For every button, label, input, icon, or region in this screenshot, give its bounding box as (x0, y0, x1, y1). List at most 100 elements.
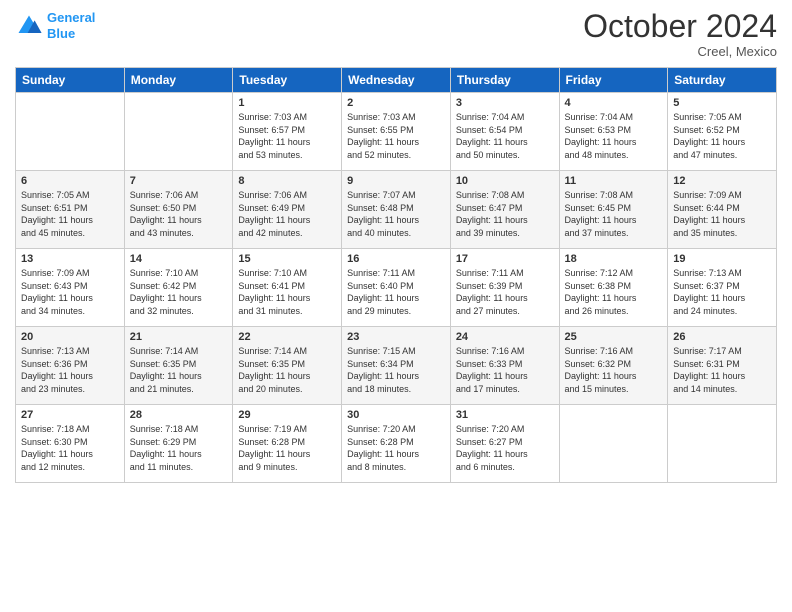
table-row: 18 Sunrise: 7:12 AM Sunset: 6:38 PM Dayli… (559, 249, 668, 327)
day-number: 11 (565, 175, 663, 187)
day-info: Sunrise: 7:09 AM Sunset: 6:43 PM Dayligh… (21, 267, 119, 317)
table-row: 23Sunrise: 7:15 AM Sunset: 6:34 PM Dayli… (342, 327, 451, 405)
title-area: October 2024 Creel, Mexico (583, 10, 777, 59)
table-row: 6 Sunrise: 7:05 AM Sunset: 6:51 PM Daylig… (16, 171, 125, 249)
day-number: 19 (673, 253, 771, 265)
week-row-4: 20Sunrise: 7:13 AM Sunset: 6:36 PM Dayli… (16, 327, 777, 405)
day-number: 18 (565, 253, 663, 265)
day-info: Sunrise: 7:06 AM Sunset: 6:50 PM Dayligh… (130, 189, 228, 239)
table-row: 21 Sunrise: 7:14 AM Sunset: 6:35 PM Dayli… (124, 327, 233, 405)
day-number: 17 (456, 253, 554, 265)
week-row-5: 27Sunrise: 7:18 AM Sunset: 6:30 PM Dayli… (16, 405, 777, 483)
header-friday: Friday (559, 68, 668, 93)
day-info: Sunrise: 7:03 AM Sunset: 6:55 PM Dayligh… (347, 111, 445, 161)
day-info: Sunrise: 7:13 AM Sunset: 6:36 PM Dayligh… (21, 345, 119, 395)
header: General Blue October 2024 Creel, Mexico (15, 10, 777, 59)
day-info: Sunrise: 7:06 AM Sunset: 6:49 PM Dayligh… (238, 189, 336, 239)
location: Creel, Mexico (583, 44, 777, 59)
day-info: Sunrise: 7:16 AM Sunset: 6:33 PM Dayligh… (456, 345, 554, 395)
day-number: 12 (673, 175, 771, 187)
table-row: 14Sunrise: 7:10 AM Sunset: 6:42 PM Dayli… (124, 249, 233, 327)
header-sunday: Sunday (16, 68, 125, 93)
table-row: 13 Sunrise: 7:09 AM Sunset: 6:43 PM Dayli… (16, 249, 125, 327)
day-info: Sunrise: 7:04 AM Sunset: 6:53 PM Dayligh… (565, 111, 663, 161)
day-number: 14 (130, 253, 228, 265)
table-row: 20Sunrise: 7:13 AM Sunset: 6:36 PM Dayli… (16, 327, 125, 405)
table-row: 1 Sunrise: 7:03 AM Sunset: 6:57 PM Daylig… (233, 93, 342, 171)
day-info: Sunrise: 7:16 AM Sunset: 6:32 PM Dayligh… (565, 345, 663, 395)
table-row: 2 Sunrise: 7:03 AM Sunset: 6:55 PM Daylig… (342, 93, 451, 171)
table-row: 12 Sunrise: 7:09 AM Sunset: 6:44 PM Dayli… (668, 171, 777, 249)
day-number: 22 (238, 331, 336, 343)
day-number: 24 (456, 331, 554, 343)
day-number: 4 (565, 97, 663, 109)
day-info: Sunrise: 7:08 AM Sunset: 6:47 PM Dayligh… (456, 189, 554, 239)
day-number: 15 (238, 253, 336, 265)
day-info: Sunrise: 7:14 AM Sunset: 6:35 PM Dayligh… (130, 345, 228, 395)
day-number: 28 (130, 409, 228, 421)
day-info: Sunrise: 7:12 AM Sunset: 6:38 PM Dayligh… (565, 267, 663, 317)
week-row-3: 13 Sunrise: 7:09 AM Sunset: 6:43 PM Dayli… (16, 249, 777, 327)
day-info: Sunrise: 7:09 AM Sunset: 6:44 PM Dayligh… (673, 189, 771, 239)
day-number: 2 (347, 97, 445, 109)
day-number: 16 (347, 253, 445, 265)
logo-text: General Blue (47, 10, 95, 41)
day-info: Sunrise: 7:14 AM Sunset: 6:35 PM Dayligh… (238, 345, 336, 395)
table-row: 31 Sunrise: 7:20 AM Sunset: 6:27 PM Dayli… (450, 405, 559, 483)
table-row: 17 Sunrise: 7:11 AM Sunset: 6:39 PM Dayli… (450, 249, 559, 327)
table-row: 11 Sunrise: 7:08 AM Sunset: 6:45 PM Dayli… (559, 171, 668, 249)
day-number: 13 (21, 253, 119, 265)
table-row: 19 Sunrise: 7:13 AM Sunset: 6:37 PM Dayli… (668, 249, 777, 327)
table-row: 25Sunrise: 7:16 AM Sunset: 6:32 PM Dayli… (559, 327, 668, 405)
day-info: Sunrise: 7:15 AM Sunset: 6:34 PM Dayligh… (347, 345, 445, 395)
day-info: Sunrise: 7:20 AM Sunset: 6:27 PM Dayligh… (456, 423, 554, 473)
day-info: Sunrise: 7:19 AM Sunset: 6:28 PM Dayligh… (238, 423, 336, 473)
table-row: 15 Sunrise: 7:10 AM Sunset: 6:41 PM Dayli… (233, 249, 342, 327)
day-number: 9 (347, 175, 445, 187)
day-number: 5 (673, 97, 771, 109)
day-number: 29 (238, 409, 336, 421)
day-number: 21 (130, 331, 228, 343)
table-row: 27Sunrise: 7:18 AM Sunset: 6:30 PM Dayli… (16, 405, 125, 483)
table-row (16, 93, 125, 171)
logo-line1: General (47, 10, 95, 25)
table-row (668, 405, 777, 483)
day-info: Sunrise: 7:03 AM Sunset: 6:57 PM Dayligh… (238, 111, 336, 161)
day-number: 1 (238, 97, 336, 109)
week-row-2: 6 Sunrise: 7:05 AM Sunset: 6:51 PM Daylig… (16, 171, 777, 249)
day-info: Sunrise: 7:11 AM Sunset: 6:40 PM Dayligh… (347, 267, 445, 317)
day-number: 6 (21, 175, 119, 187)
table-row: 16 Sunrise: 7:11 AM Sunset: 6:40 PM Dayli… (342, 249, 451, 327)
calendar-header-row: Sunday Monday Tuesday Wednesday Thursday… (16, 68, 777, 93)
table-row: 26 Sunrise: 7:17 AM Sunset: 6:31 PM Dayli… (668, 327, 777, 405)
day-number: 31 (456, 409, 554, 421)
day-info: Sunrise: 7:20 AM Sunset: 6:28 PM Dayligh… (347, 423, 445, 473)
day-info: Sunrise: 7:17 AM Sunset: 6:31 PM Dayligh… (673, 345, 771, 395)
day-info: Sunrise: 7:18 AM Sunset: 6:29 PM Dayligh… (130, 423, 228, 473)
table-row: 7Sunrise: 7:06 AM Sunset: 6:50 PM Daylig… (124, 171, 233, 249)
table-row (124, 93, 233, 171)
table-row: 10Sunrise: 7:08 AM Sunset: 6:47 PM Dayli… (450, 171, 559, 249)
day-number: 30 (347, 409, 445, 421)
week-row-1: 1 Sunrise: 7:03 AM Sunset: 6:57 PM Daylig… (16, 93, 777, 171)
day-info: Sunrise: 7:10 AM Sunset: 6:41 PM Dayligh… (238, 267, 336, 317)
table-row (559, 405, 668, 483)
table-row: 30 Sunrise: 7:20 AM Sunset: 6:28 PM Dayli… (342, 405, 451, 483)
day-info: Sunrise: 7:07 AM Sunset: 6:48 PM Dayligh… (347, 189, 445, 239)
table-row: 9 Sunrise: 7:07 AM Sunset: 6:48 PM Daylig… (342, 171, 451, 249)
day-info: Sunrise: 7:04 AM Sunset: 6:54 PM Dayligh… (456, 111, 554, 161)
day-info: Sunrise: 7:08 AM Sunset: 6:45 PM Dayligh… (565, 189, 663, 239)
logo-icon (15, 12, 43, 40)
header-monday: Monday (124, 68, 233, 93)
header-wednesday: Wednesday (342, 68, 451, 93)
day-info: Sunrise: 7:13 AM Sunset: 6:37 PM Dayligh… (673, 267, 771, 317)
day-number: 8 (238, 175, 336, 187)
calendar: Sunday Monday Tuesday Wednesday Thursday… (15, 67, 777, 483)
header-tuesday: Tuesday (233, 68, 342, 93)
header-saturday: Saturday (668, 68, 777, 93)
day-info: Sunrise: 7:05 AM Sunset: 6:51 PM Dayligh… (21, 189, 119, 239)
page: General Blue October 2024 Creel, Mexico … (0, 0, 792, 612)
table-row: 5Sunrise: 7:05 AM Sunset: 6:52 PM Daylig… (668, 93, 777, 171)
day-info: Sunrise: 7:11 AM Sunset: 6:39 PM Dayligh… (456, 267, 554, 317)
day-number: 26 (673, 331, 771, 343)
